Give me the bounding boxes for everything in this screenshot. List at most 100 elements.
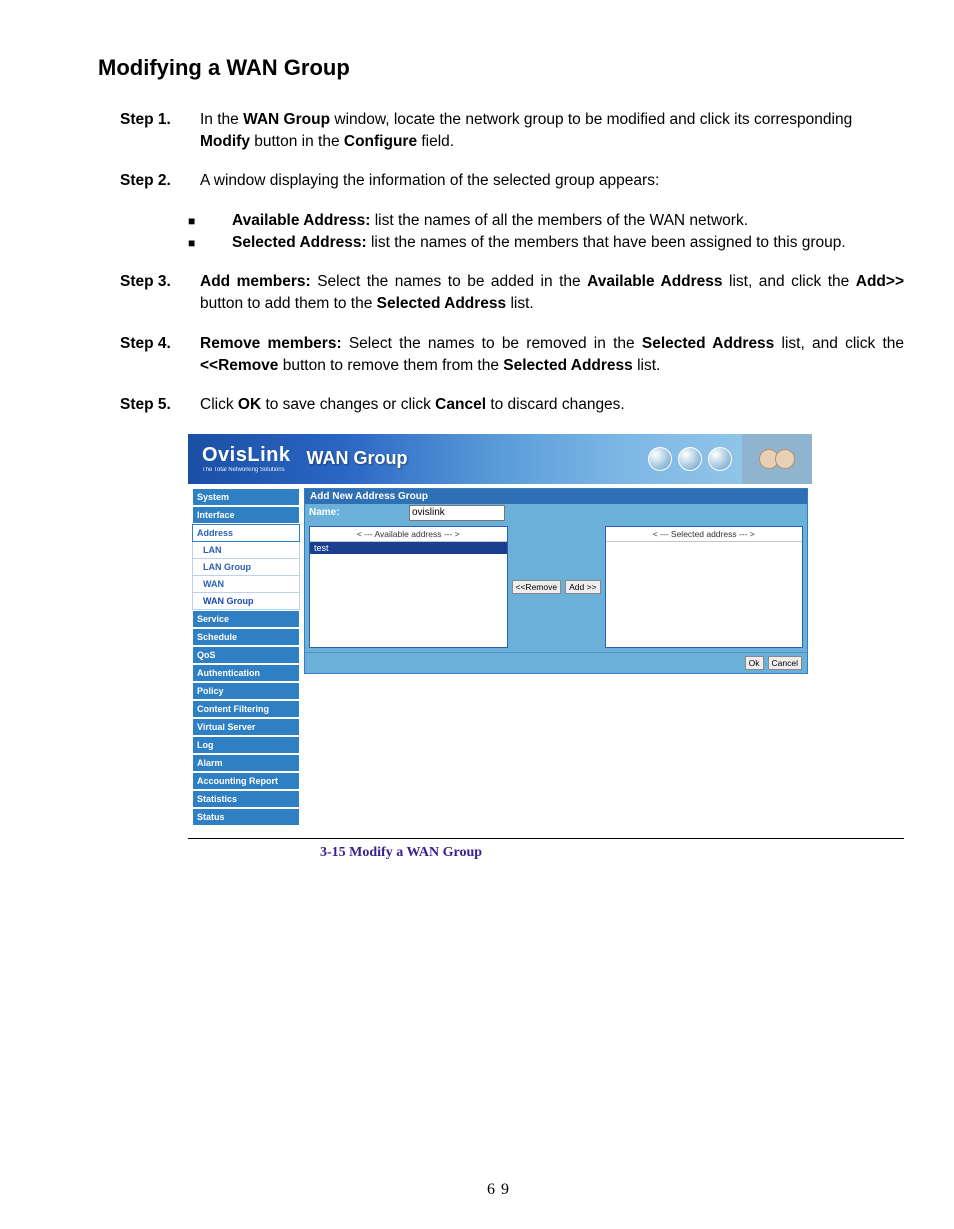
text: list, and click the: [774, 335, 904, 352]
sidebar-item-interface[interactable]: Interface: [192, 506, 300, 524]
available-address-list[interactable]: < --- Available address --- > test: [309, 526, 508, 648]
person-icon: [775, 449, 795, 469]
text-bold: Remove members:: [200, 335, 342, 352]
sidebar-sub-lan[interactable]: LAN: [192, 542, 300, 559]
text: button to add them to the: [200, 295, 377, 312]
text-bold: Add>>: [856, 273, 904, 290]
app-window: OvisLink The Total Networking Solutions …: [188, 434, 812, 830]
step-4-body: Remove members: Select the names to be r…: [200, 333, 904, 376]
globe-icon: [648, 447, 672, 471]
text: field.: [417, 133, 454, 150]
step-1: Step 1. In the WAN Group window, locate …: [120, 109, 904, 152]
step-3: Step 3. Add members: Select the names to…: [120, 271, 904, 314]
sidebar-sub-lan-group[interactable]: LAN Group: [192, 559, 300, 576]
text: list.: [506, 295, 534, 312]
sidebar-item-log[interactable]: Log: [192, 736, 300, 754]
name-row: Name:: [305, 504, 807, 522]
panel-footer: Ok Cancel: [305, 652, 807, 673]
available-list-header: < --- Available address --- >: [310, 527, 507, 542]
globe-icon: [708, 447, 732, 471]
step-3-label: Step 3.: [120, 271, 200, 314]
banner-title: WAN Group: [306, 448, 407, 469]
globe-icons: [648, 447, 742, 471]
sidebar-item-policy[interactable]: Policy: [192, 682, 300, 700]
selected-address-list[interactable]: < --- Selected address --- >: [605, 526, 804, 648]
step-2-label: Step 2.: [120, 170, 200, 192]
add-button[interactable]: Add >>: [565, 580, 600, 594]
figure: OvisLink The Total Networking Solutions …: [188, 434, 904, 861]
name-input[interactable]: [409, 505, 505, 521]
step-5: Step 5. Click OK to save changes or clic…: [120, 394, 904, 416]
text-bold: Selected Address: [377, 295, 507, 312]
bullet-list: ■ Available Address: list the names of a…: [188, 210, 904, 253]
text-bold: Add members:: [200, 273, 311, 290]
step-2: Step 2. A window displaying the informat…: [120, 170, 904, 192]
text: to save changes or click: [261, 396, 435, 413]
address-group-panel: Add New Address Group Name: < --- Availa…: [304, 488, 808, 674]
brand-tagline: The Total Networking Solutions: [202, 467, 290, 473]
text-bold: Selected Address: [642, 335, 774, 352]
text-bold: Configure: [344, 133, 417, 150]
bullet-2-text: Selected Address: list the names of the …: [232, 232, 904, 254]
page-number: 69: [98, 1181, 904, 1199]
text-bold: Selected Address:: [232, 234, 367, 251]
text-bold: Cancel: [435, 396, 486, 413]
figure-caption: 3-15 Modify a WAN Group: [320, 845, 904, 861]
sidebar-item-authentication[interactable]: Authentication: [192, 664, 300, 682]
bullet-2: ■ Selected Address: list the names of th…: [188, 232, 904, 254]
text-bold: Available Address:: [232, 212, 370, 229]
text: Select the names to be added in the: [311, 273, 587, 290]
ok-button[interactable]: Ok: [745, 656, 764, 670]
sidebar-item-alarm[interactable]: Alarm: [192, 754, 300, 772]
name-label: Name:: [309, 507, 409, 518]
sidebar-sub-wan[interactable]: WAN: [192, 576, 300, 593]
step-2-body: A window displaying the information of t…: [200, 170, 904, 192]
sidebar-item-accounting-report[interactable]: Accounting Report: [192, 772, 300, 790]
step-4: Step 4. Remove members: Select the names…: [120, 333, 904, 376]
text: to discard changes.: [486, 396, 625, 413]
text: Select the names to be removed in the: [342, 335, 642, 352]
selected-list-header: < --- Selected address --- >: [606, 527, 803, 542]
text-bold: <<Remove: [200, 357, 278, 374]
sidebar-item-address[interactable]: Address: [192, 524, 300, 542]
sidebar-item-virtual-server[interactable]: Virtual Server: [192, 718, 300, 736]
text-bold: WAN Group: [243, 111, 330, 128]
sidebar-sub-wan-group[interactable]: WAN Group: [192, 593, 300, 610]
sidebar: System Interface Address LAN LAN Group W…: [188, 484, 304, 830]
step-4-label: Step 4.: [120, 333, 200, 376]
page-title: Modifying a WAN Group: [98, 55, 904, 81]
transfer-buttons: <<Remove Add >>: [512, 580, 601, 594]
step-3-body: Add members: Select the names to be adde…: [200, 271, 904, 314]
sidebar-item-qos[interactable]: QoS: [192, 646, 300, 664]
people-image: [742, 434, 812, 484]
globe-icon: [678, 447, 702, 471]
square-bullet-icon: ■: [188, 210, 232, 232]
brand-name: OvisLink: [202, 444, 290, 467]
text: window, locate the network group to be m…: [330, 111, 852, 128]
text: list, and click the: [723, 273, 856, 290]
sidebar-item-status[interactable]: Status: [192, 808, 300, 826]
sidebar-item-system[interactable]: System: [192, 488, 300, 506]
sidebar-item-schedule[interactable]: Schedule: [192, 628, 300, 646]
text-bold: Available Address: [587, 273, 722, 290]
step-1-body: In the WAN Group window, locate the netw…: [200, 109, 904, 152]
content-pane: Add New Address Group Name: < --- Availa…: [304, 484, 812, 830]
available-list-item[interactable]: test: [310, 542, 507, 554]
sidebar-item-statistics[interactable]: Statistics: [192, 790, 300, 808]
brand-logo: OvisLink The Total Networking Solutions: [188, 444, 290, 473]
bullet-1: ■ Available Address: list the names of a…: [188, 210, 904, 232]
app-banner: OvisLink The Total Networking Solutions …: [188, 434, 812, 484]
text: list the names of all the members of the…: [370, 212, 748, 229]
sidebar-item-content-filtering[interactable]: Content Filtering: [192, 700, 300, 718]
panel-header: Add New Address Group: [305, 489, 807, 504]
step-5-label: Step 5.: [120, 394, 200, 416]
dual-list: < --- Available address --- > test <<Rem…: [305, 522, 807, 652]
text: list.: [633, 357, 661, 374]
cancel-button[interactable]: Cancel: [768, 656, 802, 670]
text-bold: Modify: [200, 133, 250, 150]
remove-button[interactable]: <<Remove: [512, 580, 562, 594]
text-bold: Selected Address: [503, 357, 633, 374]
sidebar-item-service[interactable]: Service: [192, 610, 300, 628]
square-bullet-icon: ■: [188, 232, 232, 254]
text: button in the: [250, 133, 344, 150]
